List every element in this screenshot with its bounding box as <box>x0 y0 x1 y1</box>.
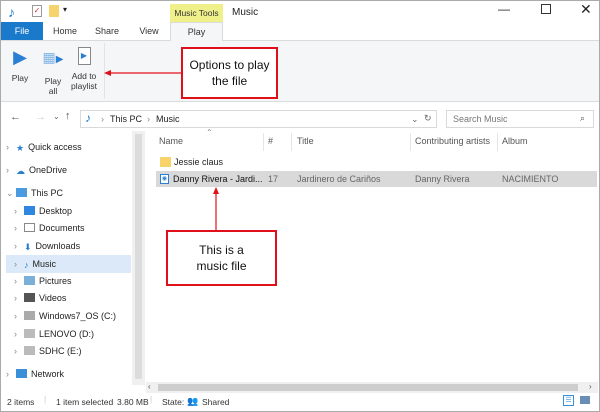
callout-arrows <box>104 70 219 230</box>
callout-ribbon: Options to play the file <box>181 47 278 99</box>
file-callout-arrowhead <box>213 187 219 194</box>
callout-music-file: This is a music file <box>166 230 277 286</box>
ribbon-callout-arrowhead <box>104 70 111 76</box>
tab-play[interactable]: Play <box>170 22 223 41</box>
